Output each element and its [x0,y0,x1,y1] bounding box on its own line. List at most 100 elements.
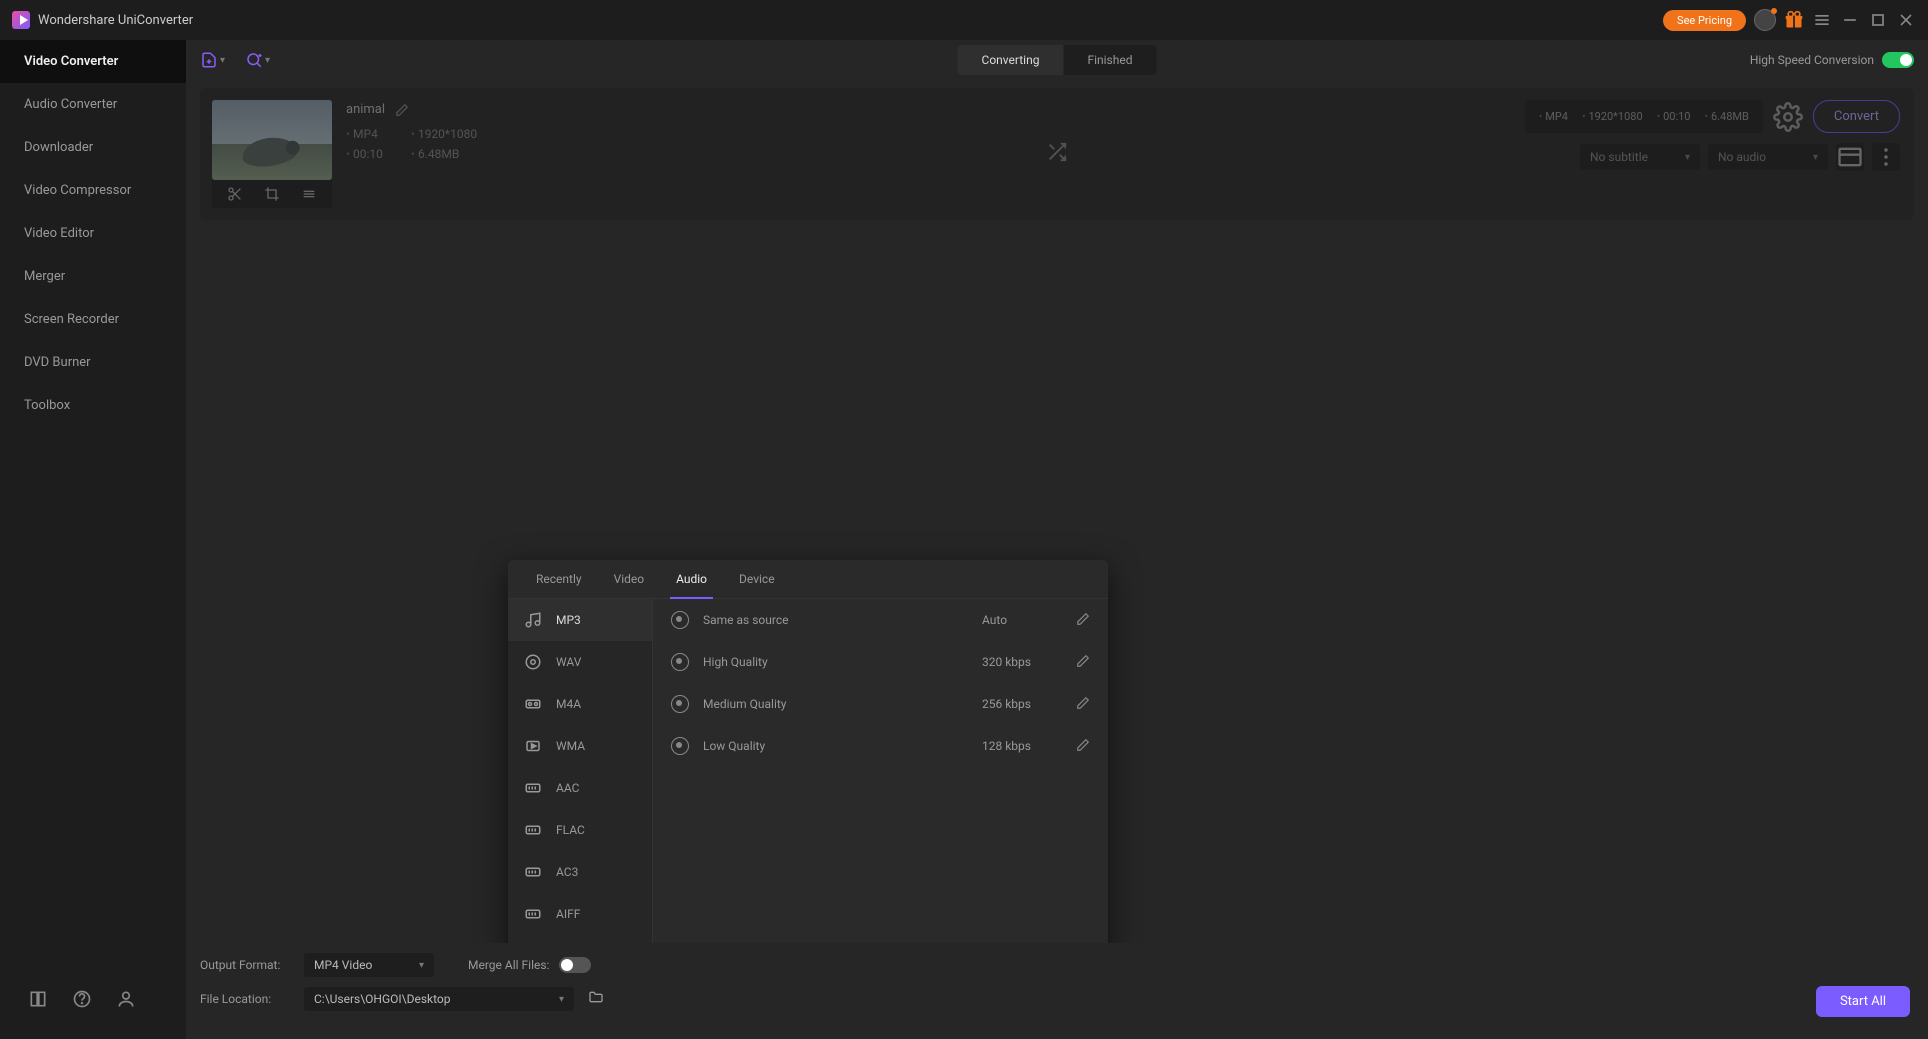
sidebar-item-video-converter[interactable]: Video Converter [0,40,186,83]
app-logo-icon [12,11,30,29]
source-meta: MP4 1920*1080 00:10 6.48MB [346,127,477,161]
content-toolbar: ▾ ▾ Converting Finished High Speed Conve… [186,40,1928,80]
sidebar-item-toolbox[interactable]: Toolbox [0,384,186,427]
format-icon [524,863,542,881]
popup-body: MP3 WAV M4A WMA AAC FLAC AC3 AIFF Same a… [508,599,1108,959]
add-file-button[interactable]: ▾ [200,51,225,69]
radio-icon [671,737,689,755]
titlebar-right: See Pricing [1663,9,1916,31]
merge-label: Merge All Files: [468,958,549,972]
open-folder-icon[interactable] [588,989,604,1009]
quality-row[interactable]: High Quality320 kbps [653,641,1108,683]
quality-row[interactable]: Medium Quality256 kbps [653,683,1108,725]
file-row: animal MP4 1920*1080 00:10 6.48MB MP4 19… [200,88,1914,220]
format-item-wma[interactable]: WMA [508,725,652,767]
format-item-mp3[interactable]: MP3 [508,599,652,641]
format-item-wav[interactable]: WAV [508,641,652,683]
book-icon[interactable] [28,989,48,1009]
gift-icon[interactable] [1784,10,1804,30]
sidebar-item-downloader[interactable]: Downloader [0,126,186,169]
maximize-icon[interactable] [1868,10,1888,30]
convert-button[interactable]: Convert [1813,100,1900,133]
popup-tab-recently[interactable]: Recently [520,560,598,598]
tab-finished[interactable]: Finished [1063,45,1156,75]
thumbnail-mode-icon[interactable] [1836,143,1864,171]
subtitle-dropdown[interactable]: No subtitle▾ [1580,144,1700,170]
format-item-aiff[interactable]: AIFF [508,893,652,935]
thumbnail-column [212,100,332,208]
high-speed-label: High Speed Conversion [1750,53,1874,67]
edit-name-icon[interactable] [395,103,409,117]
file-location-dropdown[interactable]: C:\Users\OHGOI\Desktop▾ [304,987,574,1011]
format-icon [524,905,542,923]
popup-tab-video[interactable]: Video [598,560,661,598]
radio-icon [671,695,689,713]
filename-row: animal [346,102,477,117]
sidebar-item-screen-recorder[interactable]: Screen Recorder [0,298,186,341]
see-pricing-button[interactable]: See Pricing [1663,10,1746,31]
format-icon [524,779,542,797]
chevron-down-icon: ▾ [419,960,424,971]
video-thumbnail[interactable] [212,100,332,180]
format-item-aac[interactable]: AAC [508,767,652,809]
sidebar-item-video-compressor[interactable]: Video Compressor [0,169,186,212]
high-speed-toggle[interactable] [1882,52,1914,68]
popup-tab-audio[interactable]: Audio [660,560,723,598]
edit-icon[interactable] [1076,696,1090,713]
app-title: Wondershare UniConverter [38,13,193,28]
chevron-down-icon: ▾ [220,55,225,66]
titlebar-left: Wondershare UniConverter [12,11,193,29]
format-item-m4a[interactable]: M4A [508,683,652,725]
edit-icon[interactable] [1076,738,1090,755]
menu-icon[interactable] [1812,10,1832,30]
merge-toggle[interactable] [559,957,591,973]
format-list[interactable]: MP3 WAV M4A WMA AAC FLAC AC3 AIFF [508,599,653,959]
footer-left: Output Format: MP4 Video▾ Merge All File… [200,953,604,1011]
user-avatar-icon[interactable] [1754,9,1776,31]
file-meta: animal MP4 1920*1080 00:10 6.48MB [346,100,477,161]
close-icon[interactable] [1896,10,1916,30]
start-all-button[interactable]: Start All [1816,986,1910,1017]
more-icon[interactable] [301,186,317,202]
popup-tab-device[interactable]: Device [723,560,791,598]
sidebar-item-audio-converter[interactable]: Audio Converter [0,83,186,126]
edit-icon[interactable] [1076,612,1090,629]
output-row-1: MP4 1920*1080 00:10 6.48MB Convert [1525,100,1900,133]
output-row-2: No subtitle▾ No audio▾ [1580,143,1900,171]
tab-converting[interactable]: Converting [958,45,1064,75]
crop-icon[interactable] [264,186,280,202]
settings-icon[interactable] [1773,102,1803,132]
feedback-icon[interactable] [116,989,136,1009]
help-icon[interactable] [72,989,92,1009]
edit-icon[interactable] [1076,654,1090,671]
content-area: ▾ ▾ Converting Finished High Speed Conve… [186,40,1928,1039]
src-duration: 00:10 [346,147,383,161]
footer: Output Format: MP4 Video▾ Merge All File… [186,943,1928,1039]
chevron-down-icon: ▾ [559,994,564,1005]
disc-icon [524,653,542,671]
src-size: 6.48MB [411,147,477,161]
output-format-label: Output Format: [200,958,290,972]
row-more-icon[interactable] [1872,143,1900,171]
filename: animal [346,102,385,117]
out-resolution: 1920*1080 [1582,110,1643,123]
trim-icon[interactable] [227,186,243,202]
out-duration: 00:10 [1657,110,1691,123]
out-format: MP4 [1539,110,1568,123]
format-item-ac3[interactable]: AC3 [508,851,652,893]
output-meta: MP4 1920*1080 00:10 6.48MB [1525,100,1763,133]
sidebar-item-video-editor[interactable]: Video Editor [0,212,186,255]
format-item-flac[interactable]: FLAC [508,809,652,851]
sidebar-item-dvd-burner[interactable]: DVD Burner [0,341,186,384]
sidebar-bottom [0,973,186,1039]
output-format-dropdown[interactable]: MP4 Video▾ [304,953,434,977]
quality-row[interactable]: Same as sourceAuto [653,599,1108,641]
audio-dropdown[interactable]: No audio▾ [1708,144,1828,170]
high-speed-area: High Speed Conversion [1750,52,1914,68]
minimize-icon[interactable] [1840,10,1860,30]
add-url-button[interactable]: ▾ [245,51,270,69]
quality-row[interactable]: Low Quality128 kbps [653,725,1108,767]
file-location-label: File Location: [200,992,290,1006]
sidebar-item-merger[interactable]: Merger [0,255,186,298]
out-size: 6.48MB [1705,110,1749,123]
